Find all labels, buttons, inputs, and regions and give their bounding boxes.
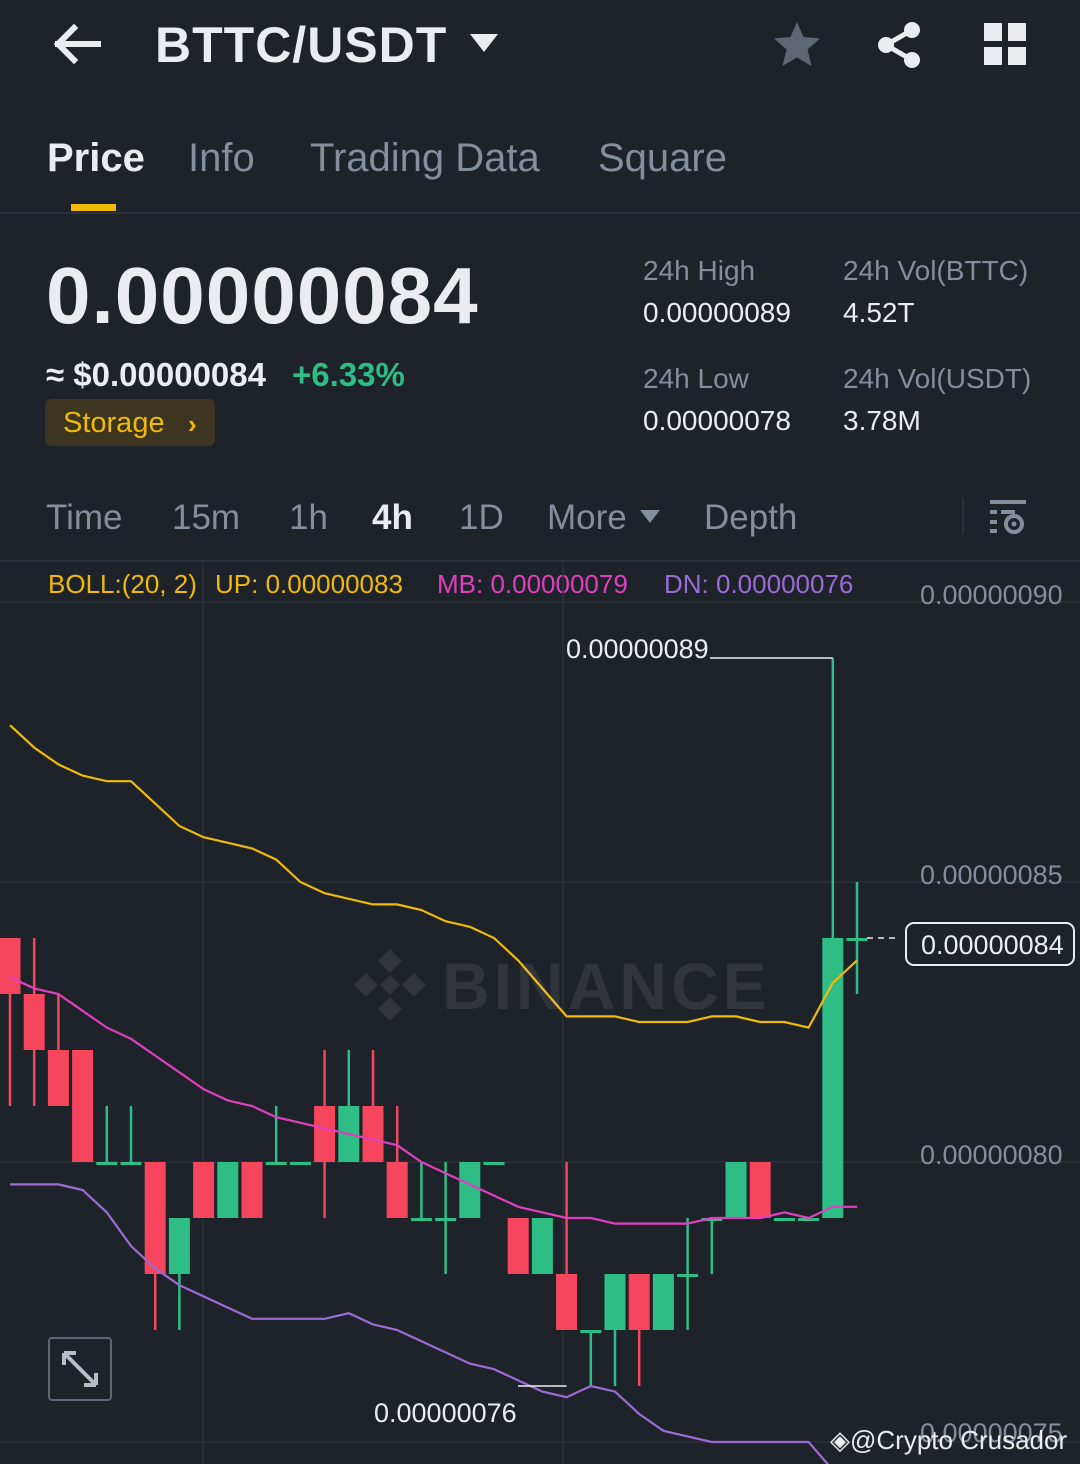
candle-body [362, 1106, 384, 1162]
vol-base-value: 4.52T [843, 297, 915, 328]
candle-body [72, 1050, 94, 1162]
candle-body [47, 1050, 69, 1106]
grid-menu-icon[interactable] [983, 22, 1027, 66]
candle-body [96, 1162, 118, 1165]
candle-body [677, 1274, 699, 1277]
interval-4h[interactable]: 4h [372, 498, 413, 538]
candle-body [846, 938, 868, 941]
interval-more[interactable]: More [547, 498, 627, 538]
interval-time[interactable]: Time [46, 498, 122, 538]
high-price-callout: 0.00000089 [566, 634, 709, 664]
candle-body [168, 1218, 190, 1274]
candle-body [531, 1218, 553, 1274]
candle-body [120, 1162, 142, 1165]
active-tab-indicator [71, 204, 116, 211]
interval-depth[interactable]: Depth [704, 498, 797, 538]
candle-body [435, 1218, 457, 1221]
candle-body [773, 1218, 795, 1221]
candle-body [556, 1274, 578, 1330]
low-value: 0.00000078 [643, 405, 791, 436]
price-axis-label: 0.00000085 [920, 860, 1063, 890]
candle-body [265, 1162, 287, 1165]
vol-base-label: 24h Vol(BTTC) [843, 255, 1029, 286]
candle-body [604, 1274, 626, 1330]
binance-watermark-logo: BINANCE [350, 940, 767, 1030]
price-change-percent: +6.33% [292, 356, 405, 393]
candle-body [652, 1274, 674, 1330]
candle-body [144, 1162, 166, 1274]
tab-price[interactable]: Price [47, 136, 145, 181]
chevron-right-icon: › [188, 409, 197, 439]
candle-body [725, 1162, 747, 1218]
candle-body [217, 1162, 239, 1218]
high-value: 0.00000089 [643, 297, 791, 328]
storage-tag-label: Storage [63, 407, 165, 439]
current-price-marker[interactable]: 0.00000084 [905, 922, 1075, 966]
storage-tag-button[interactable]: Storage › [45, 399, 215, 446]
expand-icon [62, 1351, 98, 1387]
credit-text: @Crypto Crusador [850, 1425, 1068, 1455]
candle-body [0, 938, 21, 994]
diamond-logo-icon: ◈ [830, 1425, 850, 1455]
candle-body [580, 1330, 602, 1333]
low-label: 24h Low [643, 363, 749, 394]
candle-body [483, 1162, 505, 1165]
candle-body [822, 938, 844, 1218]
tab-square[interactable]: Square [598, 136, 727, 181]
candle-body [749, 1162, 771, 1218]
low-price-callout: 0.00000076 [374, 1398, 517, 1428]
star-icon[interactable] [772, 20, 822, 68]
candle-body [314, 1106, 336, 1162]
candle-body [386, 1162, 408, 1218]
interval-divider [962, 498, 964, 534]
share-icon[interactable] [874, 20, 924, 70]
current-price-label: 0.00000084 [921, 930, 1064, 960]
pair-title[interactable]: BTTC/USDT [155, 16, 447, 74]
interval-15m[interactable]: 15m [172, 498, 240, 538]
chart-settings-icon[interactable] [988, 496, 1028, 536]
candle-body [628, 1274, 650, 1330]
vol-quote-label: 24h Vol(USDT) [843, 363, 1032, 394]
candle-body [507, 1218, 529, 1274]
price-axis-label: 0.00000080 [920, 1140, 1063, 1170]
caret-down-icon[interactable] [470, 34, 498, 54]
candle-body [241, 1162, 263, 1218]
tabs-divider [0, 212, 1080, 214]
usd-price: ≈ $0.00000084 [46, 356, 266, 393]
candle-body [459, 1162, 481, 1218]
candle-body [289, 1162, 311, 1165]
last-price: 0.00000084 [46, 251, 479, 340]
candle-body [23, 994, 45, 1050]
high-label: 24h High [643, 255, 756, 286]
tab-trading-data[interactable]: Trading Data [310, 136, 540, 181]
vol-quote-value: 3.78M [843, 405, 921, 436]
back-arrow-icon[interactable] [50, 22, 102, 66]
tab-info[interactable]: Info [188, 136, 255, 181]
candle-body [410, 1218, 432, 1221]
credit-watermark: ◈@Crypto Crusador [830, 1425, 1067, 1456]
interval-1h[interactable]: 1h [289, 498, 328, 538]
interval-1d[interactable]: 1D [459, 498, 504, 538]
candle-body [193, 1162, 215, 1218]
fullscreen-button[interactable] [48, 1337, 112, 1401]
price-axis-label: 0.00000090 [920, 580, 1063, 610]
caret-down-icon[interactable] [640, 510, 660, 524]
